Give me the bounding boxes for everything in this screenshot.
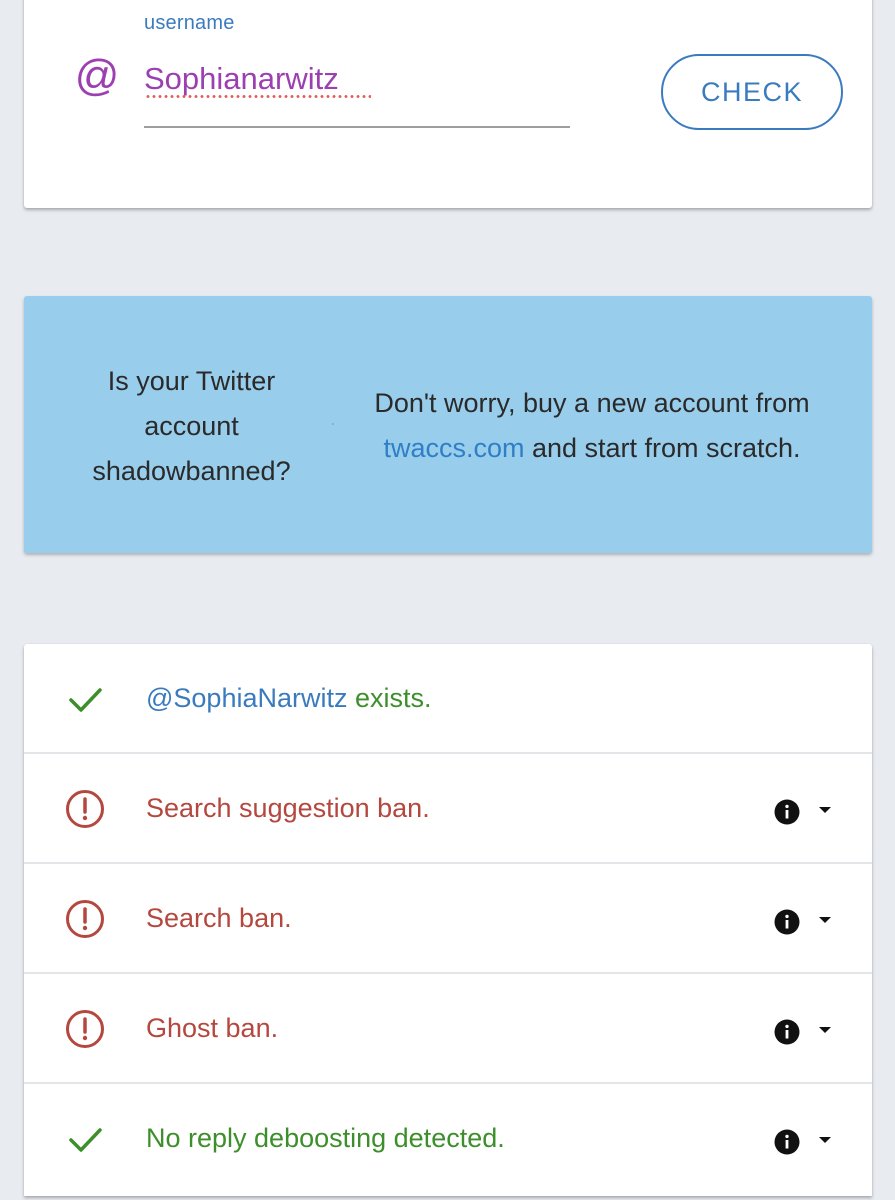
spellcheck-underline <box>145 94 371 99</box>
username-input[interactable] <box>144 54 570 128</box>
info-icon[interactable] <box>774 1019 800 1045</box>
caret-down-icon[interactable] <box>819 1027 831 1033</box>
results-list: @SophiaNarwitz exists. Search suggestion… <box>24 644 872 1196</box>
result-row: Ghost ban. <box>24 974 872 1084</box>
ad-pitch-before: Don't worry, buy a new account from <box>374 388 810 418</box>
caret-down-icon[interactable] <box>819 807 831 813</box>
caret-down-icon[interactable] <box>819 917 831 923</box>
result-text: Search suggestion ban. <box>146 790 430 826</box>
ad-separator-dot <box>332 423 334 425</box>
caret-down-icon[interactable] <box>819 1137 831 1143</box>
info-icon[interactable] <box>774 799 800 825</box>
result-message: exists. <box>347 683 432 713</box>
at-sign-icon: @ <box>74 51 119 100</box>
username-label: username <box>144 12 235 34</box>
result-text: Search ban. <box>146 900 292 936</box>
alert-circle-icon <box>64 788 106 830</box>
alert-circle-icon <box>64 1008 106 1050</box>
check-icon <box>64 678 106 720</box>
result-row: @SophiaNarwitz exists. <box>24 644 872 754</box>
username-search-card: username @ CHECK <box>24 0 872 208</box>
ad-pitch-after: and start from scratch. <box>524 433 801 463</box>
result-message: Search ban. <box>146 903 292 933</box>
result-row: Search ban. <box>24 864 872 974</box>
result-text: Ghost ban. <box>146 1010 278 1046</box>
result-message: Ghost ban. <box>146 1013 279 1043</box>
ad-pitch: Don't worry, buy a new account from twac… <box>342 381 842 471</box>
result-text: @SophiaNarwitz exists. <box>146 680 432 716</box>
result-row: No reply deboosting detected. <box>24 1084 872 1194</box>
result-message: No reply deboosting detected. <box>146 1123 505 1153</box>
ad-question: Is your Twitter account shadowbanned? <box>92 366 291 486</box>
result-row: Search suggestion ban. <box>24 754 872 864</box>
result-message: Search suggestion ban. <box>146 793 430 823</box>
info-icon[interactable] <box>774 909 800 935</box>
result-text: No reply deboosting detected. <box>146 1120 505 1156</box>
check-button[interactable]: CHECK <box>661 54 843 130</box>
result-handle[interactable]: @SophiaNarwitz <box>146 683 348 713</box>
twaccs-link[interactable]: twaccs.com <box>383 433 524 463</box>
check-icon <box>64 1118 106 1160</box>
ad-banner: Is your Twitter account shadowbanned? Do… <box>24 296 872 553</box>
info-icon[interactable] <box>774 1129 800 1155</box>
alert-circle-icon <box>64 898 106 940</box>
